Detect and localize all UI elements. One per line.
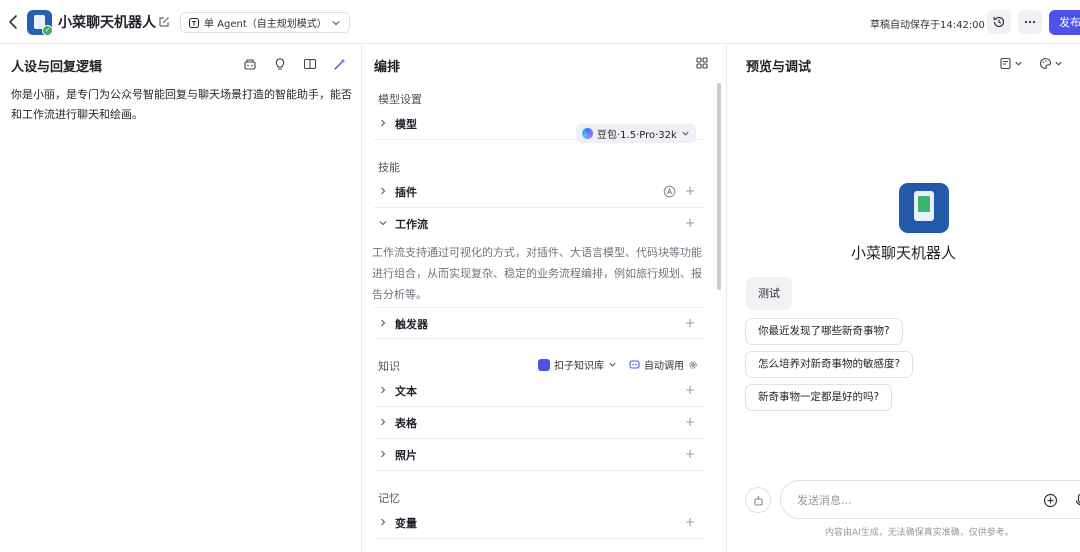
publish-button[interactable]: 发布 xyxy=(1049,10,1080,35)
autosave-status: 草稿自动保存于14:42:00 xyxy=(870,20,985,31)
chevron-down-icon xyxy=(1055,61,1062,66)
edit-icon[interactable] xyxy=(157,15,171,29)
more-icon xyxy=(1024,20,1036,24)
variables-label: 变量 xyxy=(395,517,417,530)
chevron-down-icon xyxy=(1015,61,1022,66)
back-arrow-icon[interactable] xyxy=(6,13,22,31)
chevron-down-icon xyxy=(609,362,616,367)
add-workflow-icon[interactable] xyxy=(684,217,696,229)
suggestion-1[interactable]: 你最近发现了哪些新奇事物? xyxy=(745,318,903,345)
text-knowledge-row[interactable]: 文本 xyxy=(374,375,704,407)
agent-icon xyxy=(188,17,200,28)
triggers-label: 触发器 xyxy=(395,318,428,331)
workflow-description: 工作流支持通过可视化的方式，对插件、大语言模型、代码块等功能进行组合，从而实现复… xyxy=(372,246,702,301)
add-table-icon[interactable] xyxy=(684,416,696,428)
palette-icon xyxy=(1040,57,1052,70)
chevron-right-icon xyxy=(381,386,386,394)
chevron-right-icon xyxy=(381,450,386,458)
photo-label: 照片 xyxy=(395,449,417,462)
orchestration-title: 编排 xyxy=(374,60,401,75)
microphone-icon[interactable] xyxy=(1073,493,1080,508)
chevron-down-icon xyxy=(379,221,387,226)
suggestion-2[interactable]: 怎么培养对新奇事物的敏感度? xyxy=(745,351,914,378)
message-input[interactable] xyxy=(797,490,1017,510)
chevron-right-icon xyxy=(381,119,386,127)
doubao-logo-icon xyxy=(582,128,593,139)
chevron-right-icon xyxy=(381,187,386,195)
preview-panel: 预览与调试 小菜聊天机器人 测试 你最近发现了哪些新奇事物? 怎么培养对新奇事物… xyxy=(727,45,1080,552)
chevron-down-icon xyxy=(682,131,689,136)
app-avatar: ✓ xyxy=(27,10,53,36)
model-value: 豆包·1.5·Pro·32k xyxy=(597,130,677,141)
table-label: 表格 xyxy=(395,417,417,430)
broom-icon xyxy=(753,495,763,506)
scrollbar[interactable] xyxy=(716,83,722,552)
add-attachment-icon[interactable] xyxy=(1043,493,1058,508)
user-message: 测试 xyxy=(746,277,792,310)
grid-layout-icon[interactable] xyxy=(695,56,709,70)
bot-name: 小菜聊天机器人 xyxy=(850,244,956,262)
workflow-label: 工作流 xyxy=(395,218,428,231)
ai-optimize-icon[interactable] xyxy=(333,57,347,71)
knowledge-source-label: 扣子知识库 xyxy=(554,361,604,372)
skills-section: 技能 xyxy=(378,161,400,174)
add-variable-icon[interactable] xyxy=(684,516,696,528)
chevron-down-icon xyxy=(332,20,340,25)
knowledge-base-icon xyxy=(538,358,550,371)
table-knowledge-row[interactable]: 表格 xyxy=(374,407,704,439)
suggestion-3[interactable]: 新奇事物一定都是好的吗? xyxy=(745,384,893,411)
agent-mode-select[interactable]: 单 Agent（自主规划模式） xyxy=(180,12,350,33)
model-settings-section: 模型设置 xyxy=(378,93,422,106)
debug-log-button[interactable] xyxy=(999,57,1023,70)
history-button[interactable] xyxy=(987,10,1011,34)
model-select[interactable]: 豆包·1.5·Pro·32k xyxy=(576,124,696,143)
photo-knowledge-row[interactable]: 照片 xyxy=(374,439,704,471)
add-plugin-icon[interactable] xyxy=(684,185,696,197)
model-label: 模型 xyxy=(395,118,417,131)
app-title: 小菜聊天机器人 xyxy=(58,15,156,31)
auto-call-setting[interactable]: 自动调用 xyxy=(629,357,698,372)
history-icon xyxy=(993,16,1005,28)
auto-call-label: 自动调用 xyxy=(644,361,684,372)
plugins-row[interactable]: 插件 xyxy=(374,176,704,208)
triggers-row[interactable]: 触发器 xyxy=(374,307,704,339)
add-trigger-icon[interactable] xyxy=(684,317,696,329)
prompt-library-icon[interactable] xyxy=(243,57,257,71)
auto-select-icon[interactable] xyxy=(663,185,676,198)
split-view-icon[interactable] xyxy=(303,57,317,71)
ai-disclaimer: 内容由AI生成，无法确保真实准确，仅供参考。 xyxy=(825,528,1014,538)
orchestration-panel: 编排 模型设置 模型 豆包·1.5·Pro·32k 技能 插件 工作流 工作流支… xyxy=(362,45,727,552)
check-badge-icon: ✓ xyxy=(42,25,53,36)
message-input-box[interactable] xyxy=(780,480,1080,519)
text-label: 文本 xyxy=(395,385,417,398)
more-button[interactable] xyxy=(1018,10,1042,34)
plugins-label: 插件 xyxy=(395,186,417,199)
scrollbar-thumb[interactable] xyxy=(717,83,721,290)
theme-button[interactable] xyxy=(1039,57,1063,70)
chevron-right-icon xyxy=(381,418,386,426)
preview-title: 预览与调试 xyxy=(746,60,812,75)
chevron-right-icon xyxy=(381,518,386,526)
auto-call-icon xyxy=(629,360,640,369)
add-text-icon[interactable] xyxy=(684,384,696,396)
agent-mode-label: 单 Agent（自主规划模式） xyxy=(204,19,327,30)
knowledge-section: 知识 xyxy=(378,360,400,373)
bot-avatar xyxy=(899,183,949,233)
persona-title: 人设与回复逻辑 xyxy=(11,60,103,75)
top-bar: ✓ 小菜聊天机器人 单 Agent（自主规划模式） 草稿自动保存于14:42:0… xyxy=(0,0,1080,44)
memory-section: 记忆 xyxy=(378,492,400,505)
debug-log-icon xyxy=(1000,57,1011,70)
variables-row[interactable]: 变量 xyxy=(374,507,704,539)
persona-panel: 人设与回复逻辑 你是小丽，是专门为公众号智能回复与聊天场景打造的智能助手，能否和… xyxy=(0,45,362,552)
tips-icon[interactable] xyxy=(273,57,287,71)
workflow-row[interactable]: 工作流 xyxy=(374,208,704,240)
knowledge-source-select[interactable]: 扣子知识库 xyxy=(538,357,617,372)
persona-text[interactable]: 你是小丽，是专门为公众号智能回复与聊天场景打造的智能助手，能否和工作流进行聊天和… xyxy=(11,85,353,125)
add-photo-icon[interactable] xyxy=(684,448,696,460)
clear-history-button[interactable] xyxy=(745,487,771,513)
settings-gear-icon xyxy=(689,360,697,369)
chevron-right-icon xyxy=(381,319,386,327)
